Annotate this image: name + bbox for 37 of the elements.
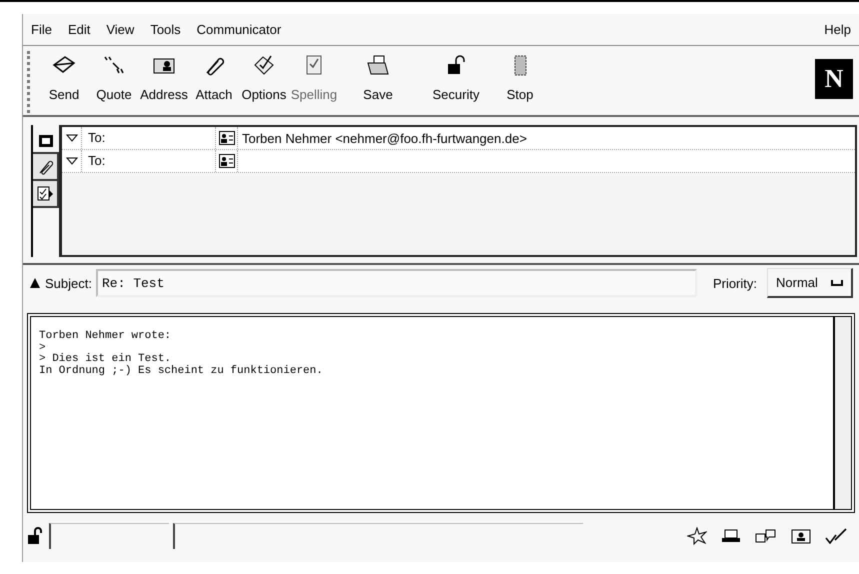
recipient-address[interactable]: Torben Nehmer <nehmer@foo.fh-furtwangen.de> — [238, 130, 527, 146]
menu-item[interactable]: Edit — [68, 22, 90, 37]
menu-item[interactable]: Help — [824, 22, 851, 37]
side-tab[interactable] — [33, 181, 59, 208]
chat-icon[interactable] — [755, 528, 777, 544]
checklist-icon — [36, 184, 54, 202]
toolbar-button[interactable]: Quote — [89, 49, 139, 115]
toolbar-button[interactable]: Save — [339, 49, 417, 115]
menu-item[interactable]: Tools — [150, 22, 181, 37]
menu-item[interactable]: View — [106, 22, 134, 37]
triangle-icon — [66, 134, 78, 142]
priority-dropdown[interactable]: Normal — [767, 268, 853, 298]
message-line: In Ordnung ;-) Es scheint zu funktionieren. — [39, 366, 324, 378]
toolbar-button[interactable]: Attach — [189, 49, 239, 115]
recipient-type[interactable]: To: — [82, 150, 216, 172]
toolbar-button[interactable]: Send — [39, 49, 89, 115]
subject-field[interactable]: Re: Test — [96, 269, 697, 297]
triangle-icon[interactable] — [29, 277, 41, 289]
message-line: Torben Nehmer wrote: — [39, 331, 172, 343]
toolbar-button[interactable]: Security — [417, 49, 495, 115]
message-line: > — [39, 342, 47, 354]
caret-icon — [831, 278, 843, 286]
toolbar-button[interactable]: Address — [139, 49, 189, 115]
subject-label: Subject: — [45, 276, 92, 290]
toolbar-button[interactable]: Stop — [495, 49, 545, 115]
message-line: > Dies ist ein Test. — [39, 354, 172, 366]
toolbar-button[interactable]: Options — [239, 49, 289, 115]
padlock-icon[interactable] — [25, 526, 45, 546]
folder-icon — [365, 53, 391, 77]
side-tab[interactable] — [33, 154, 59, 181]
menu-item[interactable]: Communicator — [196, 22, 282, 37]
priority-label: Priority: — [712, 276, 757, 290]
scrollbar[interactable] — [833, 317, 851, 509]
logo: N — [815, 59, 853, 99]
recipient-type[interactable]: To: — [82, 127, 216, 149]
triangle-icon — [66, 157, 78, 165]
menu-item[interactable]: File — [31, 22, 52, 37]
